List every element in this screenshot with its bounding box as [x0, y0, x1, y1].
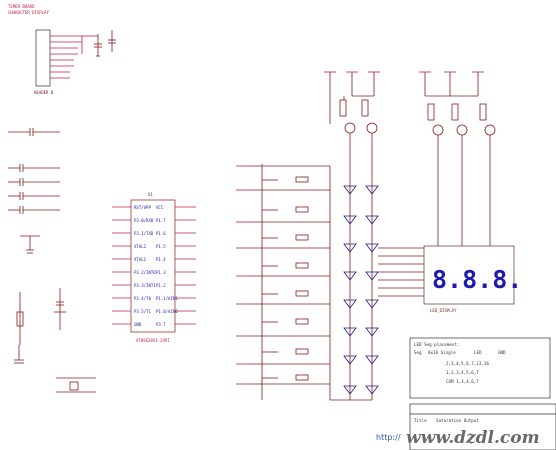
notes-line: Seg: [414, 350, 422, 355]
mcu-pin-label: P1.6: [156, 231, 166, 236]
notes-line: 8x16 Single: [428, 350, 456, 355]
power-connector: HEADER 8: [34, 29, 116, 95]
mcu-pin-label: P1.4: [156, 257, 166, 262]
mcu-pin-label: P3.7: [156, 322, 166, 327]
watermark: www.dzdl.com: [406, 428, 540, 448]
mcu-pin-label: XTAL2: [134, 244, 147, 249]
title-value: Saturation Output: [436, 418, 479, 423]
microcontroller-u1: U1 RST/VPP P3.0/RXD P3.1/TXD XTAL2 XTAL1…: [112, 192, 196, 343]
mcu-pin-label: P3.1/TXD: [134, 231, 154, 236]
mcu-pin-label: XTAL1: [134, 257, 147, 262]
mcu-ref: U1: [148, 192, 153, 197]
header-line-1: TIMER BOARD: [8, 4, 35, 9]
schematic-canvas: TIMER BOARD CHARACTER DISPLAY HEADER 8 U…: [0, 0, 556, 450]
notes-line: 1,2,3,4,5,6,7: [446, 370, 479, 375]
mcu-pin-label: P3.2/INT0: [134, 270, 156, 275]
mcu-pin-label: GND: [134, 322, 142, 327]
led-display: 8.8.8. LED_DISPLAY: [423, 245, 522, 313]
mcu-part: AT89S2051-24PI: [136, 338, 170, 343]
header-line-2: CHARACTER DISPLAY: [8, 10, 50, 15]
notes-line: COM 1,3,4,6,7: [446, 379, 479, 384]
segment-drivers: [236, 164, 424, 401]
digit-driver-transistors: [329, 72, 496, 246]
connector-ref: HEADER 8: [34, 90, 54, 95]
notes-box: LED Seg placement: Seg 8x16 Single LED G…: [409, 337, 551, 399]
mcu-pin-label: P3.0/RXD: [134, 218, 154, 223]
mcu-pin-label: P1.5: [156, 244, 166, 249]
title-label: Title: [414, 418, 427, 423]
watermark-prefix: http://: [376, 433, 401, 442]
display-digits: 8.8.8.: [432, 265, 522, 294]
left-passives: [8, 128, 96, 393]
notes-title: LED Seg placement:: [414, 342, 459, 347]
mcu-pin-label: VCC: [156, 205, 164, 210]
mcu-pin-label: P1.3: [156, 270, 166, 275]
notes-line: LED: [474, 350, 482, 355]
mcu-pin-label: P3.3/INT1: [134, 283, 156, 288]
mcu-pin-label: P1.7: [156, 218, 166, 223]
mcu-pin-label: P3.4/T0: [134, 296, 151, 301]
mcu-pin-label: P1.1/AIN1: [156, 296, 178, 301]
display-ref: LED_DISPLAY: [430, 308, 457, 313]
mcu-pin-label: RST/VPP: [134, 205, 151, 210]
mcu-pin-label: P1.0/AIN0: [156, 309, 178, 314]
mcu-pin-label: P3.5/T1: [134, 309, 151, 314]
notes-line: GND: [498, 350, 506, 355]
notes-line: 2,3,4,5,6,7,13,16: [446, 361, 489, 366]
schematic-drawing: TIMER BOARD CHARACTER DISPLAY HEADER 8 U…: [8, 4, 556, 450]
mcu-pin-label: P1.2: [156, 283, 166, 288]
